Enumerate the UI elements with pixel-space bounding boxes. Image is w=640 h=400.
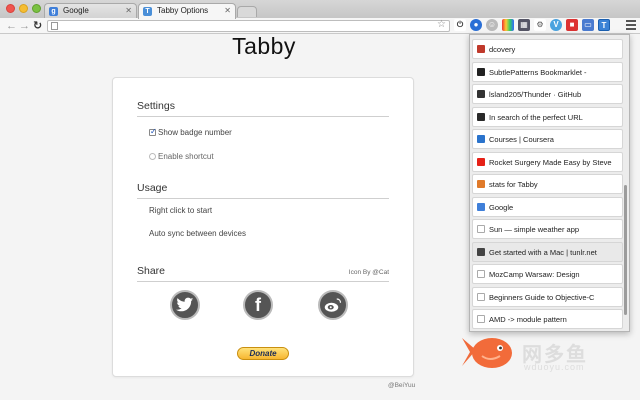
usage-heading: Usage bbox=[137, 182, 389, 199]
power-icon[interactable]: ⏻ bbox=[454, 19, 466, 31]
new-tab-button[interactable] bbox=[237, 6, 257, 17]
tab-title: Google bbox=[63, 6, 89, 15]
tabby-t-icon: T bbox=[143, 7, 152, 16]
tab-list-item[interactable]: Courses | Coursera bbox=[472, 129, 623, 149]
page-icon bbox=[477, 315, 485, 323]
twitter-icon bbox=[176, 297, 194, 312]
tab-google[interactable]: g Google ✕ bbox=[44, 3, 137, 18]
donate-button[interactable]: Donate bbox=[237, 347, 289, 360]
fish-logo-icon bbox=[462, 338, 512, 368]
tab-list-item-title: stats for Tabby bbox=[489, 180, 538, 189]
tab-list-item[interactable]: AMD -> module pattern bbox=[472, 309, 623, 329]
tab-list-item[interactable]: Beginners Guide to Objective-C bbox=[472, 286, 623, 307]
ext-red-icon[interactable]: ■ bbox=[566, 19, 578, 31]
icon-credit: Icon By @Cat bbox=[348, 269, 389, 276]
twitter-share-button[interactable] bbox=[170, 290, 200, 320]
tab-list-item[interactable]: MozCamp Warsaw: Design bbox=[472, 264, 623, 284]
tab-tabby-options[interactable]: T Tabby Options ✕ bbox=[138, 3, 236, 19]
tab-list-item[interactable]: stats for Tabby bbox=[472, 174, 623, 194]
tab-list-item[interactable]: Sun — simple weather app bbox=[472, 219, 623, 239]
options-card: Settings Show badge number Enable shortc… bbox=[112, 77, 414, 377]
subtlepatterns-icon bbox=[477, 67, 485, 76]
share-heading: Share Icon By @Cat bbox=[137, 265, 389, 282]
weibo-icon bbox=[324, 298, 342, 312]
tab-list-item-title: Get started with a Mac | tunlr.net bbox=[489, 247, 597, 257]
tab-list-item-title: Beginners Guide to Objective-C bbox=[489, 292, 595, 302]
close-icon[interactable]: ✕ bbox=[224, 6, 231, 15]
tab-list-item-title: Sun — simple weather app bbox=[489, 225, 580, 234]
page-icon bbox=[477, 270, 485, 278]
menu-icon[interactable] bbox=[626, 20, 636, 32]
watermark-url: wduoyu.com bbox=[524, 362, 585, 372]
stats-icon bbox=[477, 180, 485, 188]
weibo-share-button[interactable] bbox=[318, 290, 348, 320]
close-icon[interactable]: ✕ bbox=[125, 6, 132, 15]
popup-scrollbar[interactable] bbox=[624, 185, 627, 315]
ext-grid-icon[interactable]: ▦ bbox=[518, 19, 530, 31]
tab-list-item[interactable]: SubtlePatterns Bookmarklet - bbox=[472, 61, 623, 82]
enable-shortcut-checkbox[interactable] bbox=[149, 153, 156, 160]
tab-list-item[interactable]: dcovery bbox=[472, 39, 623, 59]
bookmark-star-icon[interactable]: ☆ bbox=[437, 19, 446, 30]
facebook-icon: f bbox=[255, 294, 261, 315]
ext-gear-icon[interactable]: ⚙ bbox=[534, 19, 546, 31]
footer-credit: @BeiYuu bbox=[388, 382, 416, 389]
dcovery-icon bbox=[477, 45, 485, 53]
google-g-icon: g bbox=[49, 7, 58, 16]
tab-list-item[interactable]: Rocket Surgery Made Easy by Steve bbox=[472, 151, 623, 172]
window-maximize-button[interactable] bbox=[32, 4, 41, 13]
tab-strip: g Google ✕ T Tabby Options ✕ bbox=[0, 0, 640, 19]
tab-list-item-title: SubtlePatterns Bookmarklet - bbox=[489, 67, 587, 77]
enable-shortcut-option[interactable]: Enable shortcut bbox=[149, 152, 214, 161]
tab-list-item[interactable]: lsland205/Thunder · GitHub bbox=[472, 84, 623, 104]
github-icon bbox=[477, 90, 485, 98]
share-heading-label: Share bbox=[137, 265, 166, 277]
tabby-popup: dcovery SubtlePatterns Bookmarklet - lslan… bbox=[469, 34, 630, 332]
tab-list-item-title: lsland205/Thunder · GitHub bbox=[489, 90, 582, 99]
tab-list-item[interactable]: In search of the perfect URL bbox=[472, 106, 623, 127]
tab-list-item-title: Courses | Coursera bbox=[489, 135, 554, 144]
page-title: Tabby bbox=[232, 33, 296, 59]
ext-color-square-icon[interactable] bbox=[502, 19, 514, 31]
address-bar[interactable]: ☆ bbox=[47, 19, 450, 32]
ext-grey-face-icon[interactable]: ☺ bbox=[486, 19, 498, 31]
ext-monitor-icon[interactable]: ▭ bbox=[582, 19, 594, 31]
youtube-icon bbox=[477, 157, 485, 166]
tab-list-item-title: In search of the perfect URL bbox=[489, 112, 583, 122]
show-badge-option[interactable]: Show badge number bbox=[149, 127, 232, 137]
show-badge-checkbox[interactable] bbox=[149, 127, 157, 136]
window-close-button[interactable] bbox=[6, 4, 15, 13]
facebook-share-button[interactable]: f bbox=[243, 290, 273, 320]
google-g-icon bbox=[477, 202, 485, 211]
tunlr-icon bbox=[477, 247, 485, 256]
window-minimize-button[interactable] bbox=[19, 4, 28, 13]
coursera-icon bbox=[477, 135, 485, 143]
usage-line: Auto sync between devices bbox=[149, 229, 246, 238]
tab-list-item-title: Rocket Surgery Made Easy by Steve bbox=[489, 157, 612, 167]
settings-heading: Settings bbox=[137, 100, 389, 117]
ext-tabby-active-icon[interactable]: T bbox=[598, 19, 610, 31]
terminal-icon bbox=[477, 112, 485, 121]
tab-list-item-title: AMD -> module pattern bbox=[489, 315, 567, 324]
page-icon bbox=[51, 22, 58, 30]
forward-arrow-icon[interactable]: → bbox=[19, 19, 30, 33]
browser-toolbar: ← → ↻ ☆ ⏻ ● ☺ ▦ ⚙ V ■ ▭ T bbox=[0, 18, 640, 34]
tab-list-item-title: Google bbox=[489, 202, 514, 212]
reload-icon[interactable]: ↻ bbox=[33, 19, 42, 33]
ext-blue-circle-icon[interactable]: ● bbox=[470, 19, 482, 31]
back-arrow-icon[interactable]: ← bbox=[6, 19, 17, 33]
show-badge-label: Show badge number bbox=[158, 128, 232, 137]
usage-line: Right click to start bbox=[149, 206, 213, 215]
page-icon bbox=[477, 292, 485, 301]
tab-list-item[interactable]: Get started with a Mac | tunlr.net bbox=[472, 241, 623, 262]
tab-list-item[interactable]: Google bbox=[472, 196, 623, 217]
page-icon bbox=[477, 225, 485, 233]
ext-v-icon[interactable]: V bbox=[550, 19, 562, 31]
tab-list-item-title: MozCamp Warsaw: Design bbox=[489, 270, 580, 279]
tab-list-item-title: dcovery bbox=[489, 45, 516, 54]
tab-title: Tabby Options bbox=[157, 6, 209, 15]
extensions-bar: ⏻ ● ☺ ▦ ⚙ V ■ ▭ T bbox=[454, 19, 610, 33]
enable-shortcut-label: Enable shortcut bbox=[158, 152, 214, 161]
